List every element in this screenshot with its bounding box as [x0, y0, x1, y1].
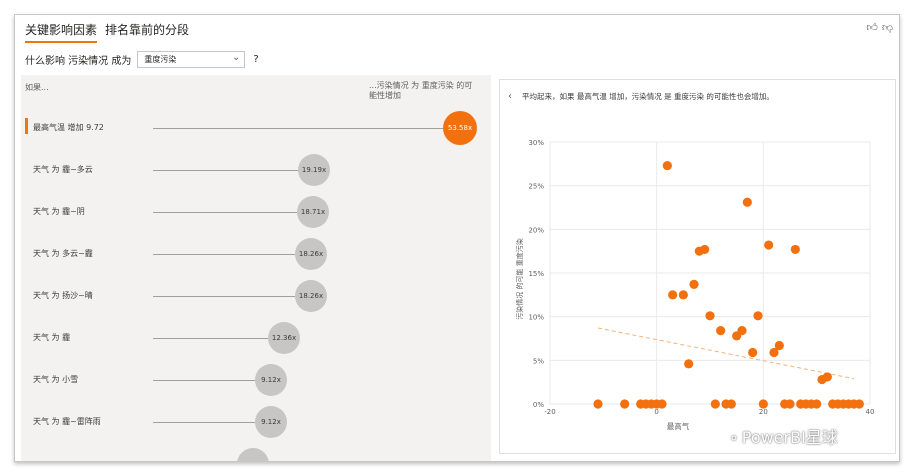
trend-line — [597, 327, 855, 380]
influence-bubble[interactable] — [237, 448, 269, 461]
data-point — [753, 311, 763, 321]
data-point — [748, 347, 758, 358]
y-tick-label: 15% — [528, 270, 544, 278]
influencer-row[interactable]: 天气 为 霾 12.36x — [21, 320, 491, 356]
influencer-row[interactable]: 天气 为 霾~雷阵雨 9.12x — [21, 404, 491, 440]
data-point — [700, 244, 710, 255]
influencer-row[interactable]: 天气 为 霾~多云 19.19x — [21, 152, 491, 188]
influencer-connector — [153, 380, 255, 381]
help-icon[interactable]: ? — [253, 54, 258, 65]
influencer-row[interactable]: 天气 为 多云~霾 18.26x — [21, 236, 491, 272]
influence-bubble[interactable]: 18.26x — [295, 280, 327, 312]
thumbs-down-icon[interactable]: 👎︎ — [882, 21, 893, 34]
data-point — [705, 311, 715, 321]
data-point — [716, 326, 726, 336]
data-point — [764, 240, 774, 250]
influence-bubble[interactable]: 18.26x — [295, 238, 327, 270]
data-point — [812, 399, 822, 409]
wechat-icon: ⚬ — [728, 431, 740, 447]
data-point — [689, 279, 699, 289]
influencer-connector — [153, 212, 297, 213]
influencer-row[interactable]: 最高气温 增加 9.72 53.58x — [21, 110, 491, 146]
y-tick-label: 10% — [528, 314, 544, 322]
influencers-list: 如果... ...污染情况 为 重度污染 的可能性增加 最高气温 增加 9.72… — [21, 75, 491, 461]
influence-bubble[interactable]: 53.58x — [443, 111, 477, 145]
tab-key-influencers[interactable]: 关键影响因素 — [25, 21, 98, 43]
question-bar: 什么影响 污染情况 成为 重度污染 ⌄ ? — [25, 51, 259, 68]
watermark: ⚬ PowerBI星球 — [728, 424, 838, 448]
thumbs-up-icon[interactable]: 👍︎ — [866, 21, 878, 34]
y-tick-label: 25% — [528, 183, 544, 191]
data-point — [678, 290, 688, 300]
data-point — [758, 399, 768, 409]
influencer-connector — [153, 296, 295, 297]
data-point — [774, 340, 784, 351]
y-axis-label: 污染情况 的可能 重度污染 — [515, 238, 524, 319]
watermark-text: PowerBI星球 — [741, 428, 838, 447]
then-column-header: ...污染情况 为 重度污染 的可能性增加 — [369, 81, 473, 100]
influence-bubble[interactable]: 19.19x — [298, 154, 330, 186]
data-point — [710, 399, 720, 409]
data-point — [790, 244, 800, 255]
data-point — [657, 399, 667, 409]
x-tick-label: 40 — [866, 408, 875, 416]
data-point — [822, 372, 832, 382]
influence-bubble[interactable]: 9.12x — [255, 406, 287, 438]
influencer-label: 天气 为 霾~多云 — [33, 165, 93, 174]
y-tick-label: 20% — [528, 226, 544, 234]
data-point — [593, 399, 603, 409]
influencer-connector — [153, 422, 255, 423]
data-point — [742, 197, 752, 207]
question-label: 什么影响 污染情况 成为 — [25, 56, 132, 67]
outcome-dropdown[interactable]: 重度污染 ⌄ — [137, 51, 246, 68]
influencer-detail-panel: ‹ 平均起来，如果 最高气温 增加，污染情况 是 重度污染 的可能性也会增加。 … — [499, 79, 896, 454]
influencer-label: 天气 为 扬沙~晴 — [33, 291, 93, 300]
dropdown-value: 重度污染 — [144, 55, 177, 64]
data-point — [854, 399, 864, 409]
influencer-label: 天气 为 小雪 — [33, 375, 79, 384]
y-tick-label: 30% — [528, 139, 544, 147]
data-point — [684, 359, 694, 369]
data-point — [737, 326, 747, 336]
x-axis-label: 最高气 — [667, 421, 690, 431]
influence-bubble[interactable]: 9.12x — [255, 364, 287, 396]
data-point — [785, 399, 795, 409]
selection-indicator — [25, 118, 28, 134]
if-column-header: 如果... — [25, 83, 49, 92]
influencer-row[interactable]: 天气 为 小雪 9.12x — [21, 362, 491, 398]
x-tick-label: -20 — [544, 408, 555, 416]
key-influencers-visual: 关键影响因素 排名靠前的分段 👍︎ 👎︎ 什么影响 污染情况 成为 重度污染 ⌄ … — [14, 14, 900, 462]
influence-bubble[interactable]: 12.36x — [268, 322, 300, 354]
feedback-icons: 👍︎ 👎︎ — [862, 21, 893, 34]
influencer-connector — [153, 338, 268, 339]
influencer-connector — [153, 254, 295, 255]
data-point — [662, 160, 672, 171]
influencer-label: 天气 为 多云~霾 — [33, 249, 93, 258]
influencer-row[interactable]: 天气 为 扬沙~晴 18.26x — [21, 278, 491, 314]
influencer-label: 天气 为 霾 — [33, 333, 71, 342]
influencer-label: 最高气温 增加 9.72 — [33, 123, 104, 132]
x-tick-label: 20 — [759, 408, 768, 416]
y-tick-label: 0% — [533, 401, 544, 409]
data-point — [726, 399, 736, 409]
scatter-chart: 0% 5% 10% 15% 20% 25% 30% -20 0 20 40 最高气 污染情况 的可能 重… — [515, 139, 875, 431]
influencer-row[interactable]: 天气 为 霾~阴 18.71x — [21, 194, 491, 230]
chevron-down-icon: ⌄ — [231, 52, 241, 63]
influence-bubble[interactable]: 18.71x — [297, 196, 329, 228]
data-point — [620, 399, 630, 409]
influencer-connector — [153, 170, 298, 171]
influencer-label: 天气 为 霾~雷阵雨 — [33, 417, 101, 426]
influencer-row[interactable] — [21, 446, 491, 461]
tab-top-segments[interactable]: 排名靠前的分段 — [105, 21, 189, 38]
x-tick-label: 0 — [654, 408, 658, 416]
influencer-label: 天气 为 霾~阴 — [33, 207, 85, 216]
influencer-connector — [153, 128, 443, 129]
data-point — [668, 290, 678, 300]
y-tick-label: 5% — [533, 357, 544, 365]
